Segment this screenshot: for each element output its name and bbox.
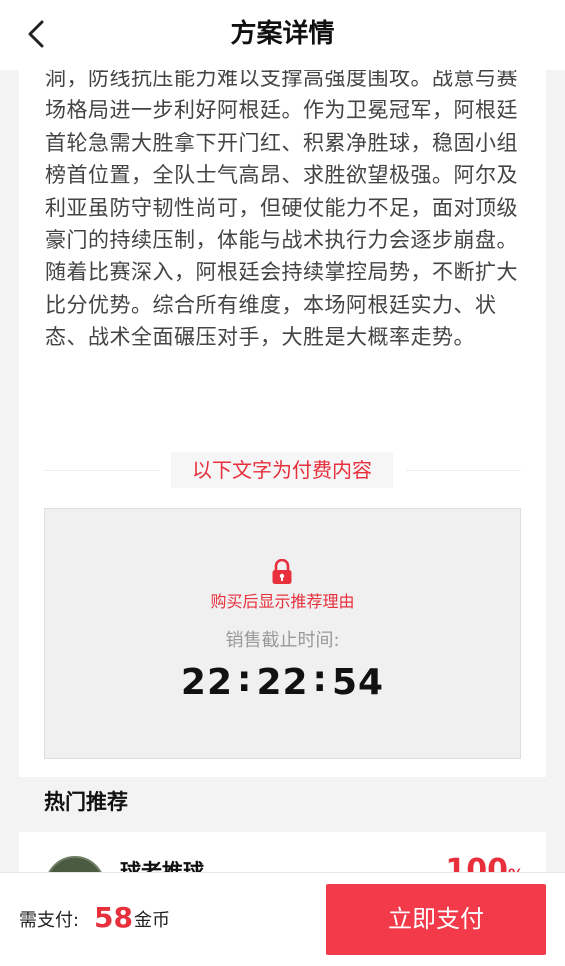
- page-title: 方案详情: [230, 19, 335, 49]
- countdown-separator: :: [237, 659, 253, 700]
- countdown-seconds: 54: [331, 662, 385, 703]
- sale-deadline-label: 销售截止时间:: [225, 630, 340, 651]
- pay-now-button[interactable]: 立即支付: [326, 884, 546, 955]
- divider-line-right: [406, 470, 521, 471]
- hot-recommend-title: 热门推荐: [44, 790, 128, 814]
- payment-bar: 需支付: 58 金币 立即支付: [0, 872, 565, 966]
- plan-content-card: 洞，防线抗压能力难以支撑高强度围攻。战意与赛场格局进一步利好阿根廷。作为卫冕冠军…: [19, 40, 546, 777]
- pay-unit: 金币: [134, 910, 170, 931]
- pay-amount: 58: [94, 901, 133, 934]
- unlock-hint: 购买后显示推荐理由: [210, 592, 355, 611]
- lock-icon: [272, 559, 292, 584]
- pay-label: 需支付:: [19, 910, 80, 931]
- countdown-timer: 22:22:54: [45, 659, 520, 705]
- countdown-hours: 22: [180, 662, 234, 703]
- countdown-minutes: 22: [256, 662, 309, 703]
- paid-content-divider: 以下文字为付费内容: [44, 452, 521, 488]
- divider-line-left: [44, 470, 160, 471]
- analysis-text: 洞，防线抗压能力难以支撑高强度围攻。战意与赛场格局进一步利好阿根廷。作为卫冕冠军…: [45, 66, 518, 350]
- paid-content-label: 以下文字为付费内容: [171, 452, 393, 488]
- top-nav-bar: 方案详情: [0, 0, 565, 70]
- countdown-separator: :: [312, 659, 328, 700]
- paywall-box: 购买后显示推荐理由 销售截止时间: 22:22:54: [44, 508, 521, 759]
